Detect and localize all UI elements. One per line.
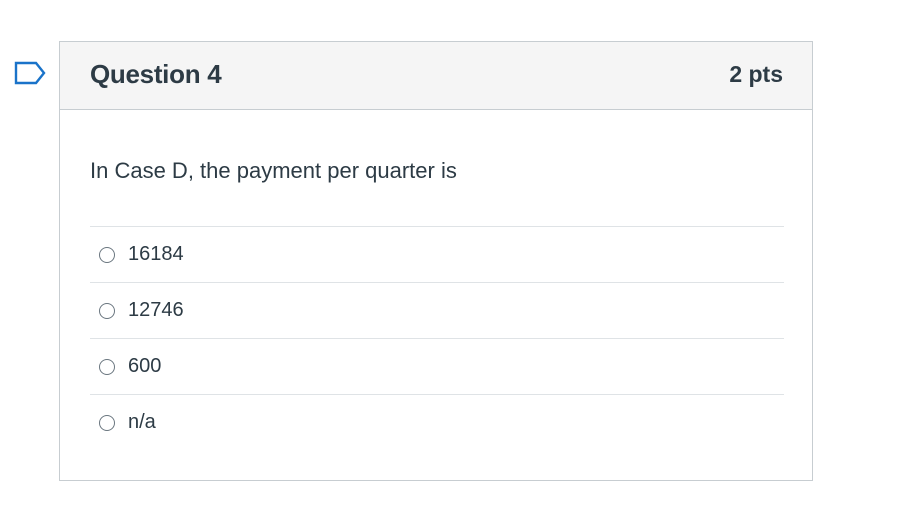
answer-label: 600 xyxy=(128,355,162,377)
radio-button[interactable] xyxy=(99,246,115,263)
answer-list: 16184 12746 600 n/a xyxy=(90,226,784,450)
answer-label: 16184 xyxy=(128,243,184,265)
question-points: 2 pts xyxy=(729,61,783,87)
answer-option[interactable]: 600 xyxy=(90,338,784,394)
radio-button[interactable] xyxy=(99,414,115,431)
question-card: Question 4 2 pts In Case D, the payment … xyxy=(59,41,813,481)
radio-button[interactable] xyxy=(99,302,115,319)
flag-question-icon[interactable] xyxy=(14,61,46,85)
question-text: In Case D, the payment per quarter is xyxy=(90,158,457,183)
answer-option[interactable]: 16184 xyxy=(90,226,784,282)
question-title: Question 4 xyxy=(90,59,222,89)
answer-option[interactable]: n/a xyxy=(90,394,784,450)
answer-label: 12746 xyxy=(128,299,184,321)
answer-label: n/a xyxy=(128,411,156,433)
question-header: Question 4 2 pts xyxy=(60,42,812,110)
answer-option[interactable]: 12746 xyxy=(90,282,784,338)
radio-button[interactable] xyxy=(99,358,115,375)
